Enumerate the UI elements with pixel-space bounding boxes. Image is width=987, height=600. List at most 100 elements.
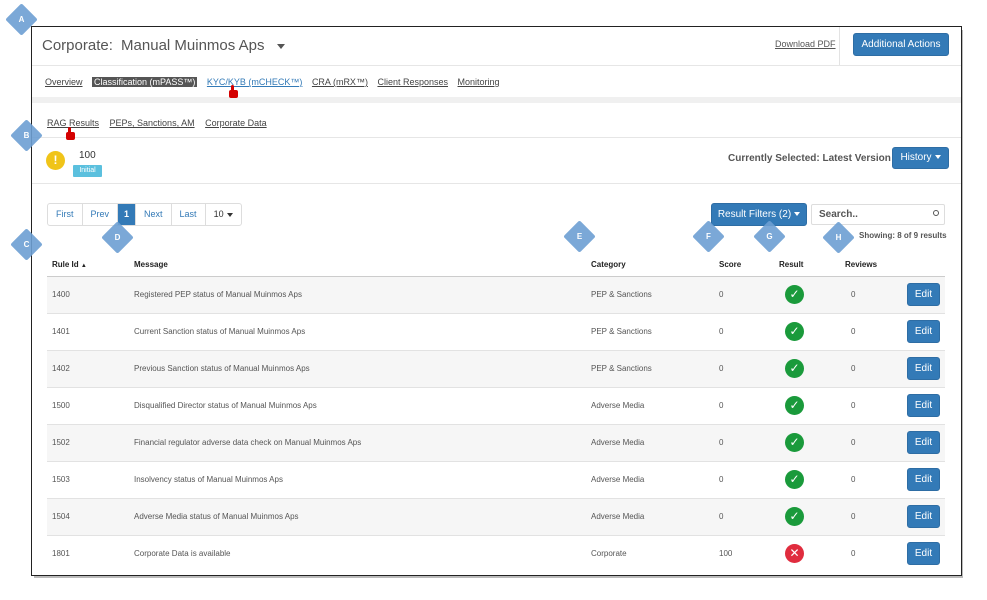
cell-category: PEP & Sanctions — [586, 275, 714, 313]
cell-category: Corporate — [586, 534, 714, 572]
cell-result: ✓ — [774, 312, 840, 350]
table-row: 1500 Disqualified Director status of Manu… — [47, 386, 945, 424]
cell-category: Adverse Media — [586, 423, 714, 461]
callout-marker: A — [5, 3, 38, 36]
cell-score: 100 — [714, 534, 774, 572]
cell-actions: Edit — [895, 275, 945, 313]
cell-category: PEP & Sanctions — [586, 312, 714, 350]
cell-category: Adverse Media — [586, 386, 714, 424]
cell-reviews: 0 — [840, 386, 895, 424]
cell-message: Financial regulator adverse data check o… — [129, 423, 586, 461]
tab-cra[interactable]: CRA (mRX™) — [312, 77, 368, 87]
cell-message: Current Sanction status of Manual Muinmo… — [129, 312, 586, 350]
tab-kyc-kyb[interactable]: KYC/KYB (mCHECK™) — [207, 77, 303, 87]
title-entity-name: Manual Muinmos Aps — [121, 37, 265, 54]
cell-reviews: 0 — [840, 534, 895, 572]
col-score: Score — [714, 253, 774, 277]
callout-marker: G — [753, 220, 786, 253]
page-current[interactable]: 1 — [118, 204, 137, 225]
cell-result: ✓ — [774, 497, 840, 535]
table-header-row: Rule Id ▲ Message Category Score Result … — [47, 253, 945, 277]
result-filters-button[interactable]: Result Filters (2) — [711, 203, 807, 226]
cell-rule-id: 1401 — [47, 312, 129, 350]
page-title[interactable]: Corporate: Manual Muinmos Aps — [42, 37, 285, 54]
table-row: 1504 Adverse Media status of Manual Muinm… — [47, 497, 945, 535]
col-message: Message — [129, 253, 586, 277]
search-icon — [933, 210, 939, 216]
pass-check-icon: ✓ — [785, 322, 804, 341]
callout-marker: F — [692, 220, 725, 253]
cell-result: ✓ — [774, 349, 840, 387]
sort-asc-icon: ▲ — [80, 262, 87, 269]
tab-client-responses[interactable]: Client Responses — [377, 77, 448, 87]
page-first[interactable]: First — [48, 204, 83, 225]
page-last[interactable]: Last — [172, 204, 206, 225]
edit-button[interactable]: Edit — [907, 283, 940, 306]
result-filters-label: Result Filters (2) — [717, 209, 792, 220]
divider — [839, 27, 840, 65]
cell-rule-id: 1503 — [47, 460, 129, 498]
callout-marker: C — [10, 228, 43, 261]
callout-marker: D — [101, 221, 134, 254]
cell-rule-id: 1400 — [47, 275, 129, 313]
col-result: Result — [774, 253, 840, 277]
edit-button[interactable]: Edit — [907, 394, 940, 417]
callout-marker: E — [563, 220, 596, 253]
app-window: Corporate: Manual Muinmos Aps Download P… — [31, 26, 962, 576]
col-actions — [895, 253, 945, 277]
pass-check-icon: ✓ — [785, 433, 804, 452]
edit-button[interactable]: Edit — [907, 357, 940, 380]
cell-category: Adverse Media — [586, 497, 714, 535]
tab-overview[interactable]: Overview — [45, 77, 83, 87]
additional-actions-button[interactable]: Additional Actions — [853, 33, 949, 56]
pass-check-icon: ✓ — [785, 285, 804, 304]
divider — [32, 183, 961, 184]
page-next[interactable]: Next — [136, 204, 172, 225]
download-pdf-link[interactable]: Download PDF — [775, 39, 836, 49]
col-category: Category — [586, 253, 714, 277]
cell-rule-id: 1502 — [47, 423, 129, 461]
search-input[interactable]: Search.. — [811, 204, 945, 225]
cell-category: PEP & Sanctions — [586, 349, 714, 387]
cell-actions: Edit — [895, 534, 945, 572]
cell-score: 0 — [714, 349, 774, 387]
subtab-corporate-data[interactable]: Corporate Data — [205, 118, 267, 128]
edit-button[interactable]: Edit — [907, 468, 940, 491]
cell-rule-id: 1500 — [47, 386, 129, 424]
history-button[interactable]: History — [892, 147, 949, 169]
chevron-down-icon — [226, 212, 233, 217]
tab-classification[interactable]: Classification (mPASS™) — [92, 77, 198, 87]
cell-rule-id: 1402 — [47, 349, 129, 387]
cell-message: Adverse Media status of Manual Muinmos A… — [129, 497, 586, 535]
cell-score: 0 — [714, 312, 774, 350]
table-row: 1400 Registered PEP status of Manual Muin… — [47, 275, 945, 313]
cell-message: Corporate Data is available — [129, 534, 586, 572]
sub-tabs: RAG Results PEPs, Sanctions, AM Corporat… — [47, 118, 275, 128]
edit-button[interactable]: Edit — [907, 505, 940, 528]
table-row: 1502 Financial regulator adverse data che… — [47, 423, 945, 461]
cell-result: ✓ — [774, 386, 840, 424]
subtab-peps-sanctions[interactable]: PEPs, Sanctions, AM — [110, 118, 195, 128]
tab-monitoring[interactable]: Monitoring — [458, 77, 500, 87]
pass-check-icon: ✓ — [785, 359, 804, 378]
results-count: Showing: 8 of 9 results — [859, 231, 947, 240]
col-rule-id[interactable]: Rule Id ▲ — [47, 253, 129, 277]
divider — [32, 137, 961, 138]
pass-check-icon: ✓ — [785, 470, 804, 489]
edit-button[interactable]: Edit — [907, 542, 940, 566]
callout-marker: H — [822, 221, 855, 254]
status-badge: Initial — [73, 165, 102, 177]
section-band — [32, 97, 961, 103]
cell-score: 0 — [714, 386, 774, 424]
page-size-select[interactable]: 10 — [206, 204, 241, 225]
cell-actions: Edit — [895, 386, 945, 424]
cell-reviews: 0 — [840, 460, 895, 498]
chevron-down-icon[interactable] — [276, 43, 285, 49]
cell-message: Disqualified Director status of Manual M… — [129, 386, 586, 424]
edit-button[interactable]: Edit — [907, 431, 940, 454]
cell-reviews: 0 — [840, 312, 895, 350]
results-table: Rule Id ▲ Message Category Score Result … — [47, 253, 945, 572]
edit-button[interactable]: Edit — [907, 320, 940, 343]
pagination: First Prev 1 Next Last 10 — [47, 203, 242, 226]
page-prev[interactable]: Prev — [83, 204, 119, 225]
